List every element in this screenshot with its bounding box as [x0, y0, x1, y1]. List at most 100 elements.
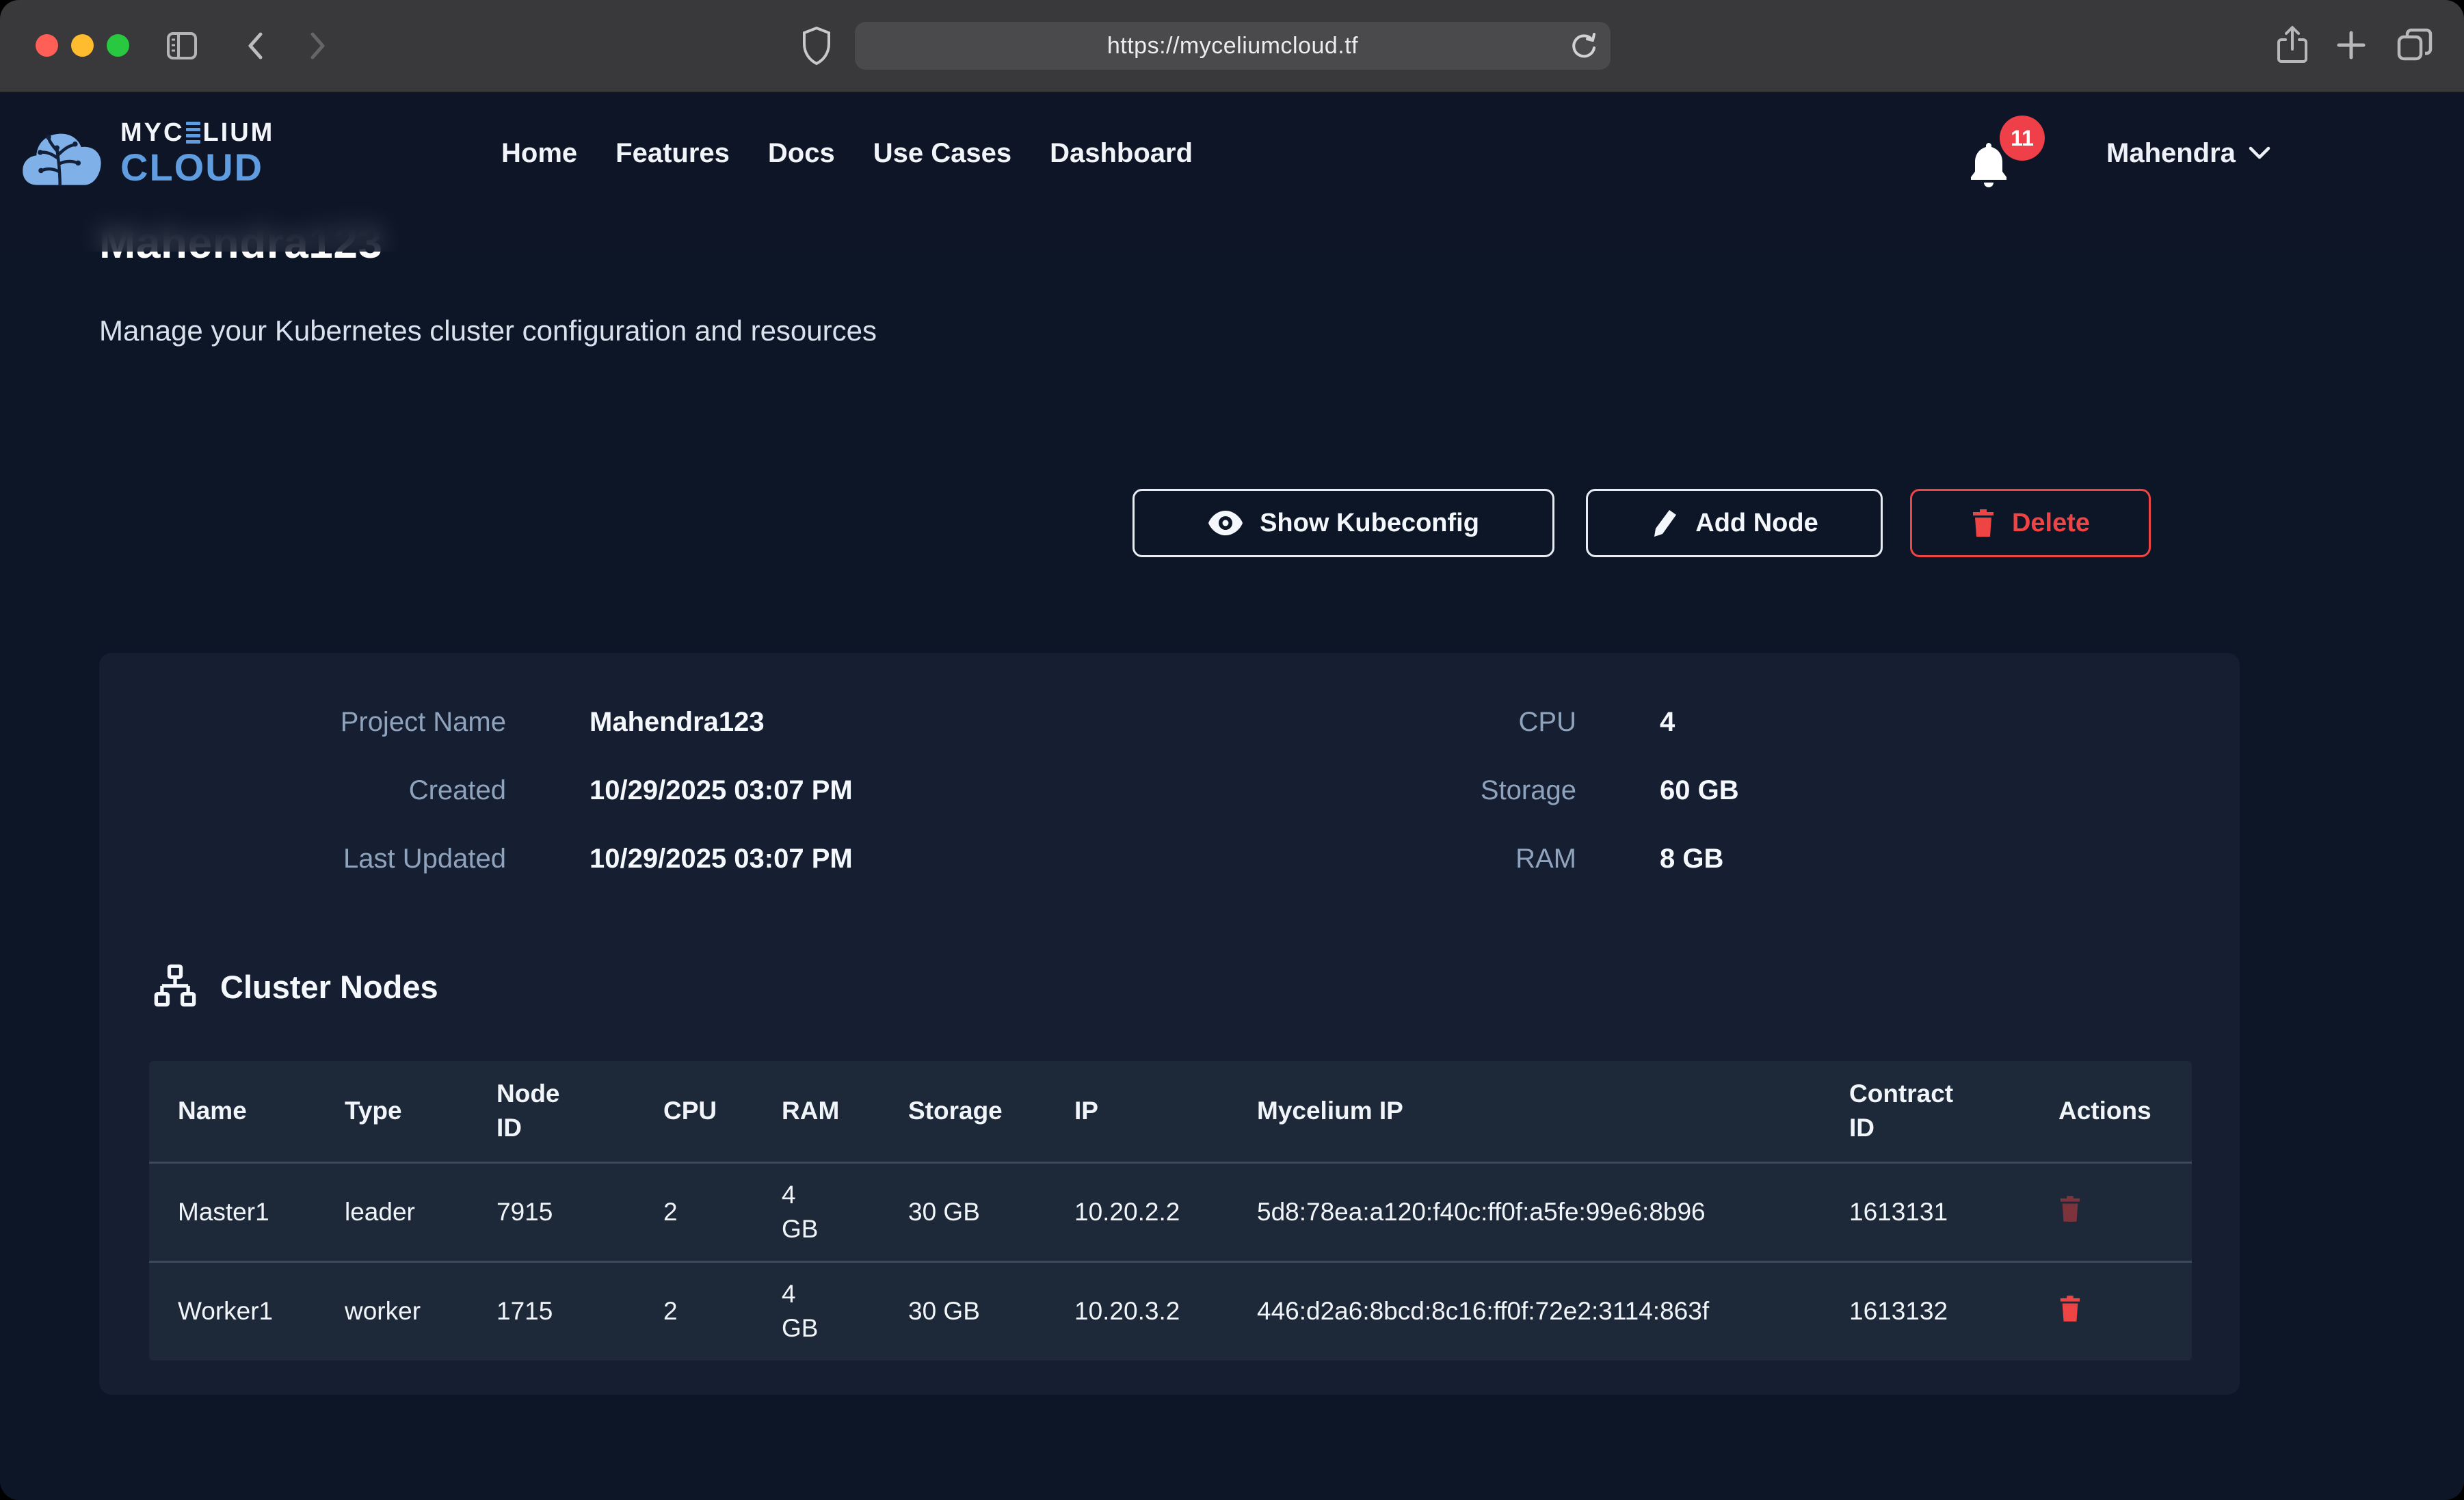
info-label: RAM	[1169, 844, 1576, 874]
cell-node-id: 7915	[468, 1162, 635, 1261]
table-row: Worker1 worker 1715 2 4 GB 30 GB 10.20.3…	[149, 1261, 2192, 1361]
forward-button-icon[interactable]	[301, 30, 332, 62]
info-label: Project Name	[99, 707, 506, 738]
nav-item-dashboard[interactable]: Dashboard	[1050, 138, 1193, 169]
window-zoom-button[interactable]	[107, 34, 129, 57]
info-row-project-name: Project Name Mahendra123	[99, 707, 1169, 738]
new-tab-icon[interactable]	[2335, 29, 2368, 62]
navbar: MYC LIUM CLOUD Home Features Docs Use Ca…	[0, 92, 2464, 214]
sidebar-toggle-icon[interactable]	[164, 28, 200, 64]
eye-icon	[1208, 510, 1243, 536]
cell-actions	[2030, 1162, 2192, 1261]
privacy-shield-icon[interactable]	[799, 26, 834, 66]
cell-ip: 10.20.3.2	[1046, 1261, 1228, 1361]
user-menu[interactable]: Mahendra	[2106, 92, 2271, 214]
delete-cluster-button[interactable]: Delete	[1910, 489, 2151, 557]
nav-item-use-cases[interactable]: Use Cases	[873, 138, 1011, 169]
info-row-ram: RAM 8 GB	[1169, 844, 2240, 874]
nav-item-home[interactable]: Home	[501, 138, 577, 169]
cell-cpu: 2	[635, 1162, 753, 1261]
cell-type: leader	[316, 1162, 468, 1261]
window-minimize-button[interactable]	[71, 34, 94, 57]
show-kubeconfig-label: Show Kubeconfig	[1260, 509, 1479, 538]
col-header-ram: RAM	[753, 1061, 879, 1162]
user-name: Mahendra	[2106, 138, 2236, 169]
cell-storage: 30 GB	[879, 1162, 1046, 1261]
info-row-storage: Storage 60 GB	[1169, 775, 2240, 806]
cell-mycelium-ip: 5d8:78ea:a120:f40c:ff0f:a5fe:99e6:8b96	[1228, 1162, 1820, 1261]
mycelium-cloud-logo-icon	[21, 118, 104, 188]
info-label: CPU	[1169, 707, 1576, 738]
browser-window: https://myceliumcloud.tf	[0, 0, 2464, 1500]
window-close-button[interactable]	[36, 34, 58, 57]
back-button-icon[interactable]	[241, 30, 272, 62]
col-header-cpu: CPU	[635, 1061, 753, 1162]
cell-storage: 30 GB	[879, 1261, 1046, 1361]
address-bar[interactable]: https://myceliumcloud.tf	[855, 22, 1611, 70]
notifications-button[interactable]: 11	[1967, 121, 2042, 196]
cell-actions	[2030, 1261, 2192, 1361]
col-header-node-id: Node ID	[468, 1061, 635, 1162]
col-header-ip: IP	[1046, 1061, 1228, 1162]
brand-line-mycelium: MYC LIUM	[120, 120, 274, 146]
delete-label: Delete	[2012, 509, 2090, 538]
navbar-glass: MYC LIUM CLOUD Home Features Docs Use Ca…	[0, 92, 2464, 252]
delete-node-button[interactable]	[2058, 1294, 2082, 1323]
cluster-details-card: Project Name Mahendra123 Created 10/29/2…	[99, 653, 2240, 1395]
col-header-mycelium-ip: Mycelium IP	[1228, 1061, 1820, 1162]
delete-node-button[interactable]	[2058, 1194, 2082, 1223]
cluster-nodes-table: Name Type Node ID CPU RAM Storage IP Myc…	[149, 1061, 2192, 1361]
info-row-created: Created 10/29/2025 03:07 PM	[99, 775, 1169, 806]
url-text: https://myceliumcloud.tf	[1107, 33, 1358, 59]
tab-overview-icon[interactable]	[2395, 26, 2435, 64]
add-node-label: Add Node	[1695, 509, 1818, 538]
info-value: 10/29/2025 03:07 PM	[589, 844, 1169, 874]
cluster-info-resources: CPU 4 Storage 60 GB RAM 8 GB	[1169, 707, 2240, 874]
page-content: Mahendra123 Manage your Kubernetes clust…	[0, 92, 2464, 1500]
info-value: 8 GB	[1660, 844, 2240, 874]
main-nav: Home Features Docs Use Cases Dashboard	[501, 92, 1193, 214]
info-row-last-updated: Last Updated 10/29/2025 03:07 PM	[99, 844, 1169, 874]
share-icon[interactable]	[2275, 25, 2310, 66]
cell-node-id: 1715	[468, 1261, 635, 1361]
cell-ram: 4 GB	[753, 1162, 879, 1261]
cell-mycelium-ip: 446:d2a6:8bcd:8c16:ff0f:72e2:3114:863f	[1228, 1261, 1820, 1361]
add-node-button[interactable]: Add Node	[1586, 489, 1883, 557]
info-value: 10/29/2025 03:07 PM	[589, 775, 1169, 806]
table-header-row: Name Type Node ID CPU RAM Storage IP Myc…	[149, 1061, 2192, 1162]
brand-wordmark: MYC LIUM CLOUD	[120, 120, 274, 187]
info-row-cpu: CPU 4	[1169, 707, 2240, 738]
notification-count-badge: 11	[2000, 116, 2045, 161]
cell-ram: 4 GB	[753, 1261, 879, 1361]
cell-type: worker	[316, 1261, 468, 1361]
reload-icon[interactable]	[1569, 31, 1600, 61]
info-value: 60 GB	[1660, 775, 2240, 806]
cluster-nodes-title: Cluster Nodes	[220, 968, 438, 1006]
brand-logo[interactable]: MYC LIUM CLOUD	[21, 118, 274, 188]
info-value: Mahendra123	[589, 707, 1169, 738]
trash-icon	[1971, 508, 1996, 538]
cell-ip: 10.20.2.2	[1046, 1162, 1228, 1261]
pencil-icon	[1650, 507, 1679, 539]
cell-contract-id: 1613131	[1820, 1162, 2030, 1261]
col-header-type: Type	[316, 1061, 468, 1162]
nav-item-features[interactable]: Features	[615, 138, 730, 169]
cell-contract-id: 1613132	[1820, 1261, 2030, 1361]
cell-cpu: 2	[635, 1261, 753, 1361]
cluster-nodes-header: Cluster Nodes	[152, 964, 438, 1009]
nav-item-docs[interactable]: Docs	[768, 138, 835, 169]
cell-name: Master1	[149, 1162, 316, 1261]
brand-line-cloud: CLOUD	[120, 148, 274, 187]
info-label: Created	[99, 775, 506, 806]
cluster-info-details: Project Name Mahendra123 Created 10/29/2…	[99, 707, 1169, 874]
page-subtitle: Manage your Kubernetes cluster configura…	[99, 314, 877, 347]
info-label: Last Updated	[99, 844, 506, 874]
info-value: 4	[1660, 707, 2240, 738]
show-kubeconfig-button[interactable]: Show Kubeconfig	[1132, 489, 1554, 557]
col-header-storage: Storage	[879, 1061, 1046, 1162]
chevron-down-icon	[2248, 146, 2271, 161]
table-row: Master1 leader 7915 2 4 GB 30 GB 10.20.2…	[149, 1162, 2192, 1261]
col-header-actions: Actions	[2030, 1061, 2192, 1162]
cluster-info-grid: Project Name Mahendra123 Created 10/29/2…	[99, 707, 2240, 874]
col-header-name: Name	[149, 1061, 316, 1162]
